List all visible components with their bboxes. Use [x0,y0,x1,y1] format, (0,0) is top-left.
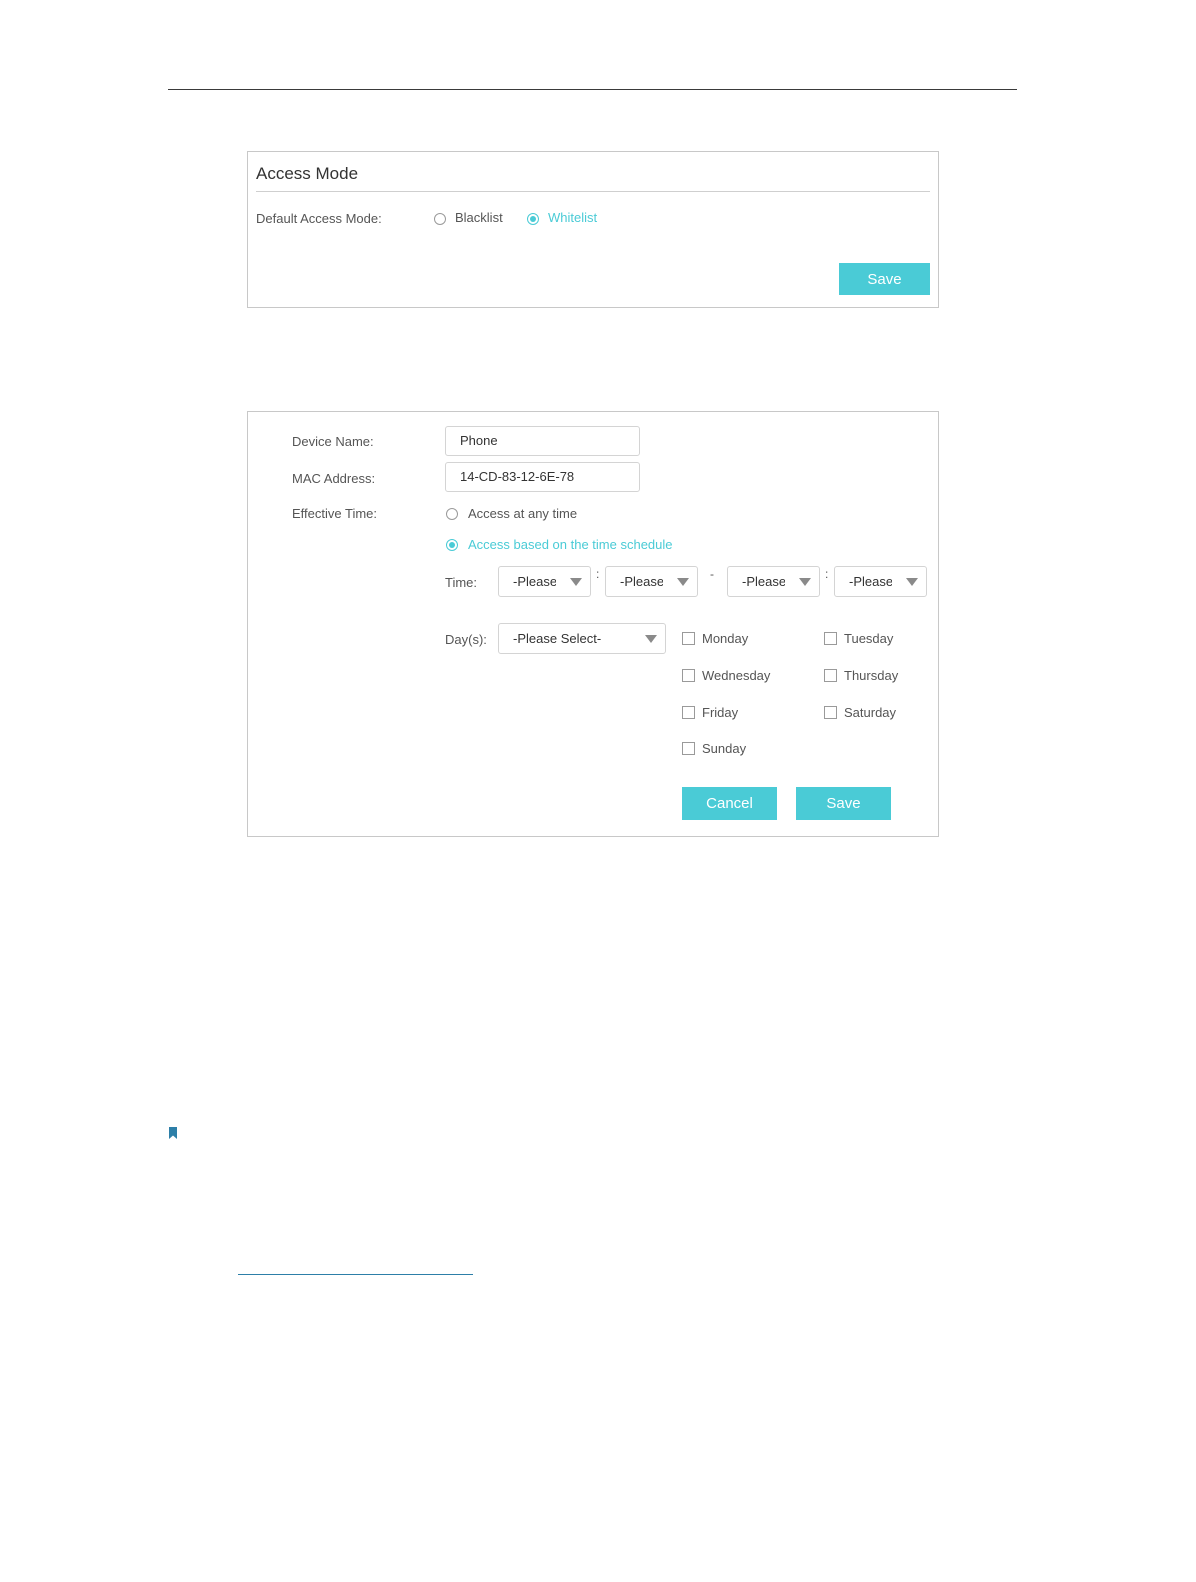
blacklist-label[interactable]: Blacklist [455,210,503,225]
effective-time-label: Effective Time: [292,506,378,521]
range-separator: - [710,567,714,581]
chevron-down-icon [799,578,811,586]
day-label[interactable]: Saturday [844,705,896,720]
days-label: Day(s): [445,632,487,647]
mac-address-input[interactable]: 14-CD-83-12-6E-78 [445,462,640,492]
time-label: Time: [445,575,478,590]
end-minute-select[interactable]: -Please [834,566,927,597]
default-access-mode-label: Default Access Mode: [256,211,382,226]
link-underline [238,1274,473,1275]
whitelist-label[interactable]: Whitelist [548,210,597,225]
select-value: -Please [620,574,663,589]
days-select[interactable]: -Please Select- [498,623,666,654]
header-rule [168,89,1017,90]
device-name-input[interactable]: Phone [445,426,640,456]
access-schedule-label[interactable]: Access based on the time schedule [468,537,673,552]
chevron-down-icon [645,635,657,643]
mac-address-label: MAC Address: [292,471,376,486]
select-value: -Please [742,574,785,589]
add-device-panel: Device Name: Phone MAC Address: 14-CD-83… [247,411,939,837]
select-value: -Please [513,574,556,589]
select-value: -Please [849,574,892,589]
access-schedule-radio[interactable] [446,539,458,551]
day-label[interactable]: Friday [702,705,738,720]
friday-checkbox[interactable] [682,706,695,719]
panel-title: Access Mode [256,164,359,183]
day-label[interactable]: Sunday [702,741,746,756]
time-separator: : [596,567,600,581]
wednesday-checkbox[interactable] [682,669,695,682]
saturday-checkbox[interactable] [824,706,837,719]
end-hour-select[interactable]: -Please [727,566,820,597]
title-divider [256,191,930,192]
time-separator: : [825,567,829,581]
access-any-time-label[interactable]: Access at any time [468,506,577,521]
access-mode-panel: Access Mode Default Access Mode: Blackli… [247,151,939,308]
bookmark-icon [169,1127,177,1139]
day-label[interactable]: Tuesday [844,631,893,646]
day-label[interactable]: Thursday [844,668,898,683]
whitelist-radio[interactable] [527,213,539,225]
save-button[interactable]: Save [839,263,930,295]
sunday-checkbox[interactable] [682,742,695,755]
chevron-down-icon [677,578,689,586]
chevron-down-icon [570,578,582,586]
monday-checkbox[interactable] [682,632,695,645]
start-hour-select[interactable]: -Please [498,566,591,597]
chevron-down-icon [906,578,918,586]
blacklist-radio[interactable] [434,213,446,225]
thursday-checkbox[interactable] [824,669,837,682]
access-any-time-radio[interactable] [446,508,458,520]
day-label[interactable]: Monday [702,631,748,646]
cancel-button[interactable]: Cancel [682,787,777,820]
start-minute-select[interactable]: -Please [605,566,698,597]
save-button[interactable]: Save [796,787,891,820]
device-name-label: Device Name: [292,434,374,449]
tuesday-checkbox[interactable] [824,632,837,645]
day-label[interactable]: Wednesday [702,668,770,683]
select-value: -Please Select- [513,631,602,646]
